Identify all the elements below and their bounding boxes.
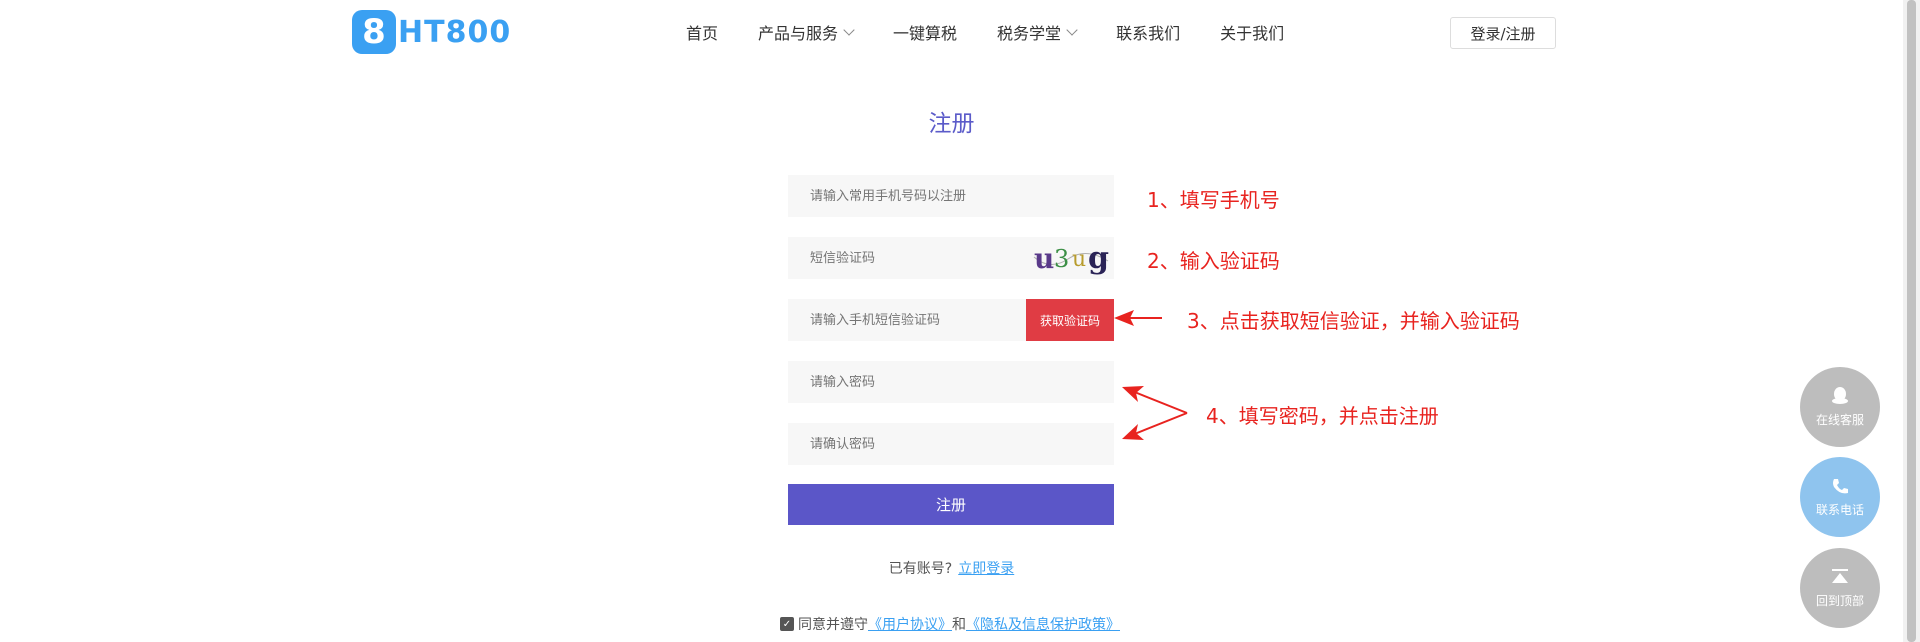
- phone-icon: [1833, 479, 1848, 494]
- back-to-top-label: 回到顶部: [1815, 594, 1864, 608]
- arrow-line: [1131, 390, 1188, 414]
- back-to-top-button[interactable]: 回到顶部: [1800, 548, 1880, 628]
- scrollbar[interactable]: [1903, 0, 1920, 642]
- online-service-button[interactable]: 在线客服: [1800, 367, 1880, 447]
- contact-phone-button[interactable]: 联系电话: [1800, 457, 1880, 537]
- scrollbar-thumb[interactable]: [1907, 0, 1916, 642]
- annotation-arrows: [1114, 310, 1188, 440]
- online-service-label: 在线客服: [1815, 413, 1864, 427]
- contact-phone-label: 联系电话: [1815, 503, 1864, 517]
- qq-icon: [1832, 387, 1848, 404]
- arrow-up-icon: [1832, 569, 1848, 583]
- arrow-line: [1131, 412, 1188, 436]
